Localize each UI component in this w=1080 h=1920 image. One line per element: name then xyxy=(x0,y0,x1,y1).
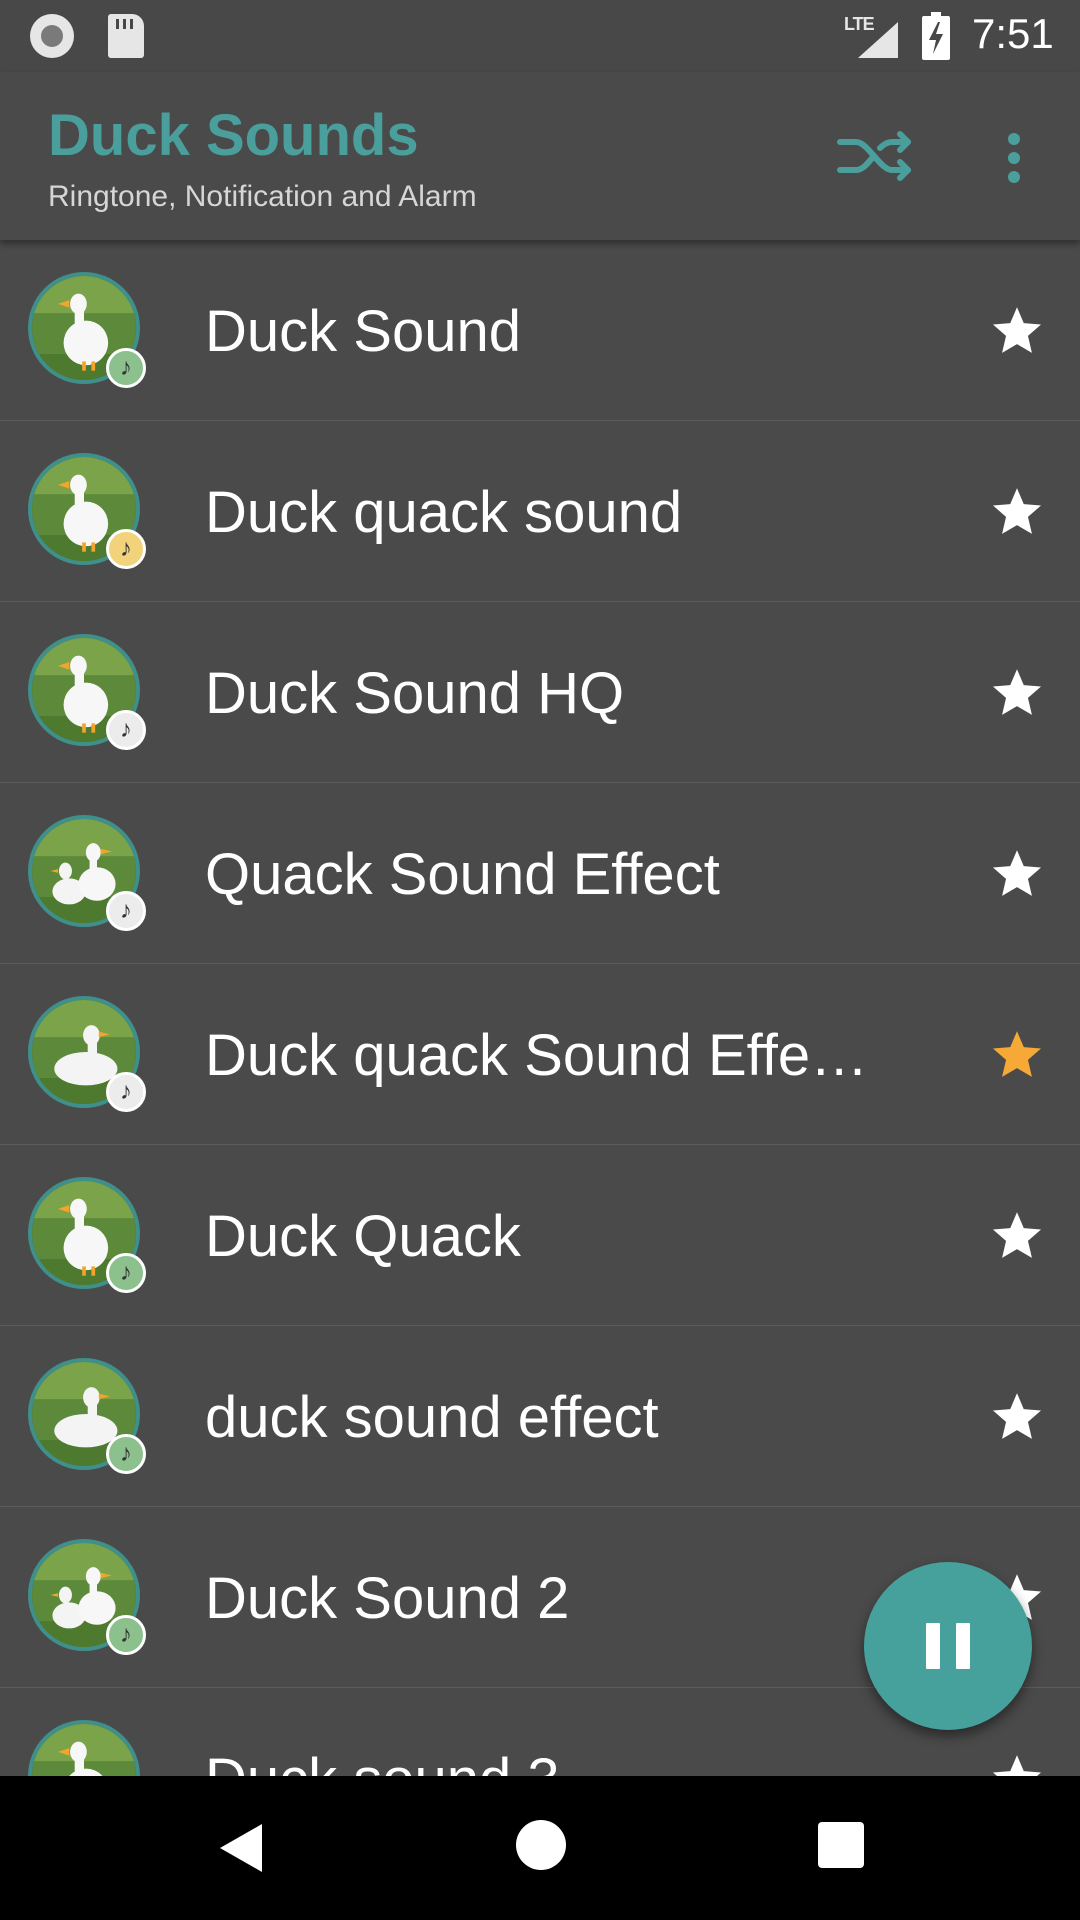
sound-list[interactable]: ♪ Duck Sound ♪ Duck quack sound ♪ Duck Sound … xyxy=(0,240,1080,1776)
app-subtitle: Ringtone, Notification and Alarm xyxy=(48,180,477,213)
sound-title: Quack Sound Effect xyxy=(205,842,720,907)
favorite-star-button[interactable] xyxy=(984,841,1050,907)
music-note-icon: ♪ xyxy=(106,891,146,931)
music-note-icon: ♪ xyxy=(106,348,146,388)
pause-button[interactable] xyxy=(864,1562,1032,1730)
favorite-star-button[interactable] xyxy=(984,1384,1050,1450)
list-item[interactable]: ♪ Duck Sound xyxy=(0,240,1080,421)
list-item[interactable]: ♪ Duck quack sound xyxy=(0,421,1080,602)
favorite-star-button[interactable] xyxy=(984,1203,1050,1269)
star-icon xyxy=(992,1393,1042,1439)
list-item[interactable]: ♪ duck sound effect xyxy=(0,1326,1080,1507)
list-item[interactable]: ♪ Duck Quack xyxy=(0,1145,1080,1326)
music-note-icon: ♪ xyxy=(106,1072,146,1112)
signal-icon xyxy=(858,22,898,58)
sound-title: Duck Sound xyxy=(205,299,521,364)
sound-title: Duck Quack xyxy=(205,1204,521,1269)
favorite-star-button[interactable] xyxy=(984,1022,1050,1088)
sound-title: Duck Sound HQ xyxy=(205,661,625,726)
star-icon xyxy=(992,1755,1042,1776)
navigation-bar xyxy=(0,1776,1080,1920)
more-vert-icon xyxy=(1008,133,1020,183)
pause-icon-bar xyxy=(956,1623,970,1669)
star-icon xyxy=(992,850,1042,896)
music-note-icon: ♪ xyxy=(106,529,146,569)
music-note-icon: ♪ xyxy=(106,1253,146,1293)
favorite-star-button[interactable] xyxy=(984,479,1050,545)
clock: 7:51 xyxy=(972,10,1054,57)
sound-title: Duck quack Sound Effe… xyxy=(205,1023,869,1088)
home-icon[interactable] xyxy=(516,1820,566,1870)
star-icon xyxy=(992,1031,1042,1077)
shuffle-button[interactable] xyxy=(832,120,920,192)
record-icon xyxy=(30,14,74,58)
sd-card-icon xyxy=(108,14,144,58)
favorite-star-button[interactable] xyxy=(984,1746,1050,1776)
app-bar: Duck Sounds Ringtone, Notification and A… xyxy=(0,72,1080,240)
music-note-icon: ♪ xyxy=(106,1434,146,1474)
music-note-icon: ♪ xyxy=(106,1615,146,1655)
sound-title: Duck Sound 2 xyxy=(205,1566,570,1631)
star-icon xyxy=(992,669,1042,715)
sound-title: Duck quack sound xyxy=(205,480,683,545)
star-icon xyxy=(992,1212,1042,1258)
list-item[interactable]: ♪ Duck quack Sound Effe… xyxy=(0,964,1080,1145)
more-options-button[interactable] xyxy=(990,126,1038,190)
list-item[interactable]: ♪ Quack Sound Effect xyxy=(0,783,1080,964)
favorite-star-button[interactable] xyxy=(984,660,1050,726)
back-icon[interactable] xyxy=(212,1816,276,1880)
recent-apps-icon[interactable] xyxy=(818,1822,864,1868)
music-note-icon: ♪ xyxy=(106,710,146,750)
battery-charging-icon xyxy=(922,12,950,60)
sound-title: duck sound effect xyxy=(205,1385,659,1450)
app-title: Duck Sounds xyxy=(48,103,419,168)
star-icon xyxy=(992,488,1042,534)
duck-thumbnail xyxy=(28,1720,140,1776)
favorite-star-button[interactable] xyxy=(984,298,1050,364)
status-bar: LTE 7:51 xyxy=(0,0,1080,72)
pause-icon xyxy=(926,1623,940,1669)
sound-title: Duck sound 3 xyxy=(205,1746,885,1776)
shuffle-icon xyxy=(837,131,911,181)
list-item[interactable]: ♪ Duck Sound HQ xyxy=(0,602,1080,783)
star-icon xyxy=(992,307,1042,353)
